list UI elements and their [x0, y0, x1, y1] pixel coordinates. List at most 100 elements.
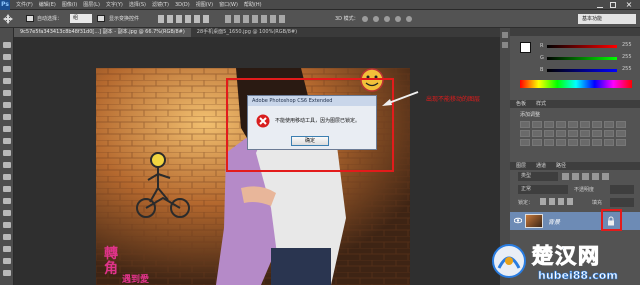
watermark-logo-icon [490, 242, 528, 280]
fill-field[interactable] [610, 198, 634, 207]
workspace-switcher[interactable]: 基本功能 [578, 14, 636, 24]
style-swatch[interactable] [532, 139, 542, 146]
path-select-tool-icon[interactable] [3, 234, 11, 240]
healing-brush-tool-icon[interactable] [3, 114, 11, 120]
show-transform-checkbox[interactable] [97, 15, 105, 22]
tab-channels[interactable]: 通道 [536, 162, 546, 170]
style-swatch[interactable] [616, 130, 626, 137]
close-icon[interactable]: × [623, 0, 635, 9]
color-r-slider[interactable] [547, 45, 617, 48]
align-buttons[interactable] [158, 14, 218, 24]
fill-label: 填充 [592, 200, 603, 206]
style-swatch[interactable] [604, 139, 614, 146]
color-b-value[interactable]: 255 [622, 66, 632, 72]
style-swatch[interactable] [592, 130, 602, 137]
menu-help[interactable]: 帮助(H) [244, 1, 262, 8]
menu-image[interactable]: 图像(I) [62, 1, 77, 8]
style-swatch[interactable] [616, 121, 626, 128]
eraser-tool-icon[interactable] [3, 162, 11, 168]
menu-3d[interactable]: 3D(D) [175, 2, 190, 8]
tab-styles[interactable]: 样式 [536, 100, 546, 108]
auto-select-checkbox[interactable] [26, 15, 34, 22]
history-panel-icon[interactable] [502, 42, 508, 48]
crop-tool-icon[interactable] [3, 90, 11, 96]
blur-tool-icon[interactable] [3, 186, 11, 192]
style-swatch[interactable] [544, 121, 554, 128]
style-swatch[interactable] [604, 130, 614, 137]
hand-tool-icon[interactable] [3, 258, 11, 264]
style-swatch[interactable] [532, 121, 542, 128]
style-swatch[interactable] [580, 121, 590, 128]
lasso-tool-icon[interactable] [3, 66, 11, 72]
style-swatch[interactable] [544, 139, 554, 146]
style-swatch[interactable] [520, 130, 530, 137]
opacity-field[interactable] [610, 185, 634, 194]
style-swatch[interactable] [532, 130, 542, 137]
shape-tool-icon[interactable] [3, 246, 11, 252]
tab-paths[interactable]: 路径 [556, 162, 566, 170]
site-watermark: 楚汉网 hubei88.com [490, 238, 640, 285]
layer-name[interactable]: 背景 [548, 217, 560, 226]
menu-window[interactable]: 窗口(W) [219, 1, 238, 8]
color-r-value[interactable]: 255 [622, 42, 632, 48]
pen-tool-icon[interactable] [3, 210, 11, 216]
lock-highlight-box [601, 209, 622, 231]
lock-buttons[interactable] [540, 198, 580, 205]
menu-layer[interactable]: 图层(L) [83, 1, 100, 8]
blend-mode-dropdown[interactable]: 正常 [518, 185, 568, 194]
style-swatch[interactable] [520, 121, 530, 128]
move-tool-icon[interactable] [3, 42, 11, 48]
style-swatch[interactable] [592, 139, 602, 146]
color-spectrum-bar[interactable] [520, 80, 632, 88]
auto-select-dropdown[interactable]: 组 [70, 14, 92, 23]
menu-type[interactable]: 文字(Y) [106, 1, 123, 8]
tab-document-1[interactable]: 9c57e5fa343413c8b48f31d0[...] 副本 - 副本.jp… [14, 28, 191, 37]
style-swatch[interactable] [580, 139, 590, 146]
style-swatch[interactable] [604, 121, 614, 128]
color-b-slider[interactable] [547, 69, 617, 72]
color-g-slider[interactable] [547, 57, 617, 60]
3d-mode-label: 3D 模式： [335, 16, 359, 22]
type-tool-icon[interactable] [3, 222, 11, 228]
3d-mode-buttons[interactable] [360, 14, 420, 24]
maximize-button[interactable] [610, 2, 616, 8]
brush-tool-icon[interactable] [3, 126, 11, 132]
distribute-buttons[interactable] [225, 14, 315, 24]
menu-view[interactable]: 视图(V) [196, 1, 213, 8]
style-swatch[interactable] [520, 139, 530, 146]
tab-layers[interactable]: 图层 [516, 162, 526, 170]
menu-file[interactable]: 文件(F) [16, 1, 33, 8]
style-swatch[interactable] [544, 130, 554, 137]
tab-swatches[interactable]: 色板 [516, 100, 526, 108]
history-brush-tool-icon[interactable] [3, 150, 11, 156]
visibility-eye-icon[interactable] [513, 217, 523, 224]
style-swatch[interactable] [580, 130, 590, 137]
tab-document-2[interactable]: 28手机桌面5_1650.jpg @ 100%(RGB/8#) [191, 28, 303, 37]
style-swatch[interactable] [616, 139, 626, 146]
panel-collapse-icon[interactable] [502, 32, 508, 38]
zoom-tool-icon[interactable] [3, 270, 11, 276]
ok-button[interactable]: 确定 [291, 136, 329, 146]
foreground-color-swatch[interactable] [520, 42, 531, 53]
menu-filter[interactable]: 滤镜(T) [152, 1, 169, 8]
marquee-tool-icon[interactable] [3, 54, 11, 60]
eyedropper-tool-icon[interactable] [3, 102, 11, 108]
layer-filter-dropdown[interactable]: 类型 [518, 172, 558, 181]
style-swatch[interactable] [568, 130, 578, 137]
menu-select[interactable]: 选择(S) [129, 1, 146, 8]
style-swatch[interactable] [568, 139, 578, 146]
clone-stamp-tool-icon[interactable] [3, 138, 11, 144]
style-swatch[interactable] [556, 121, 566, 128]
style-swatch[interactable] [568, 121, 578, 128]
minimize-button[interactable] [597, 2, 603, 8]
dodge-tool-icon[interactable] [3, 198, 11, 204]
quick-select-tool-icon[interactable] [3, 78, 11, 84]
color-g-value[interactable]: 255 [622, 54, 632, 60]
photoshop-logo: Ps [0, 0, 10, 10]
layer-filter-buttons[interactable] [562, 173, 632, 180]
gradient-tool-icon[interactable] [3, 174, 11, 180]
style-swatch[interactable] [556, 130, 566, 137]
menu-edit[interactable]: 编辑(E) [39, 1, 56, 8]
style-swatch[interactable] [592, 121, 602, 128]
style-swatch[interactable] [556, 139, 566, 146]
